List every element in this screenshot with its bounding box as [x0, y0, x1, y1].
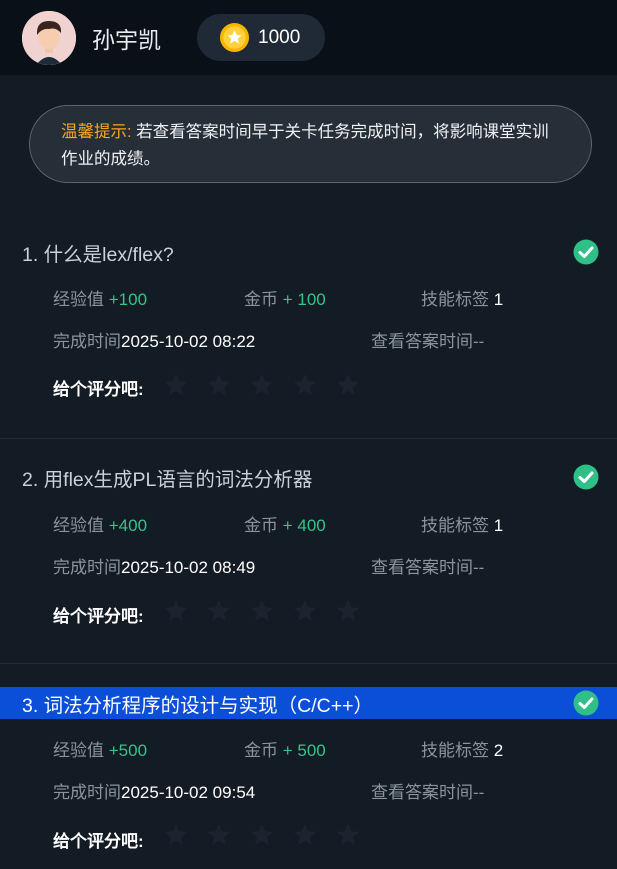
rate-prompt: 给个评分吧:	[53, 380, 144, 399]
exp-value: 经验值 +500	[53, 741, 148, 760]
view-answer-time: 查看答案时间--	[371, 332, 485, 351]
view-answer-time: 查看答案时间--	[371, 783, 485, 802]
check-circle-icon	[573, 239, 599, 265]
divider	[0, 663, 617, 664]
rate-prompt: 给个评分吧:	[53, 832, 144, 851]
rating-stars	[163, 372, 361, 398]
task-title: 2. 用flex生成PL语言的词法分析器	[22, 468, 313, 491]
coin-reward: 金币 + 100	[244, 290, 326, 309]
coin-icon	[219, 22, 250, 53]
view-answer-time: 查看答案时间--	[371, 558, 485, 577]
star-icon[interactable]	[206, 822, 232, 848]
star-icon[interactable]	[249, 822, 275, 848]
star-icon[interactable]	[335, 598, 361, 624]
check-circle-icon	[573, 690, 599, 716]
coin-balance[interactable]: 1000	[197, 14, 325, 61]
rating-stars	[163, 822, 361, 848]
skill-tag: 技能标签 2	[421, 741, 504, 760]
tip-text: 若查看答案时间早于关卡任务完成时间，将影响课堂实训作业的成绩。	[61, 123, 549, 168]
rate-prompt: 给个评分吧:	[53, 607, 144, 626]
divider	[0, 438, 617, 439]
warm-tip-banner: 温馨提示: 若查看答案时间早于关卡任务完成时间，将影响课堂实训作业的成绩。	[29, 105, 592, 183]
star-icon[interactable]	[163, 372, 189, 398]
done-time: 完成时间2025-10-02 09:54	[53, 783, 256, 802]
rating-stars	[163, 598, 361, 624]
exp-value: 经验值 +100	[53, 290, 148, 309]
coin-reward: 金币 + 400	[244, 516, 326, 535]
star-icon[interactable]	[292, 598, 318, 624]
coin-reward: 金币 + 500	[244, 741, 326, 760]
task-title-row[interactable]: 2. 用flex生成PL语言的词法分析器	[0, 461, 617, 493]
task-title: 1. 什么是lex/flex?	[22, 243, 174, 266]
star-icon[interactable]	[163, 598, 189, 624]
star-icon[interactable]	[335, 372, 361, 398]
star-icon[interactable]	[249, 372, 275, 398]
done-time: 完成时间2025-10-02 08:22	[53, 332, 256, 351]
star-icon[interactable]	[249, 598, 275, 624]
task-title-row[interactable]: 3. 词法分析程序的设计与实现（C/C++）	[0, 687, 617, 719]
star-icon[interactable]	[335, 822, 361, 848]
exp-value: 经验值 +400	[53, 516, 148, 535]
top-header: 孙宇凯 1000	[0, 0, 617, 75]
star-icon[interactable]	[206, 598, 232, 624]
star-icon[interactable]	[292, 822, 318, 848]
avatar[interactable]	[22, 10, 76, 65]
skill-tag: 技能标签 1	[421, 516, 504, 535]
star-icon[interactable]	[206, 372, 232, 398]
username: 孙宇凯	[92, 26, 161, 53]
tip-label: 温馨提示:	[61, 123, 132, 141]
star-icon[interactable]	[163, 822, 189, 848]
task-title-row[interactable]: 1. 什么是lex/flex?	[0, 236, 617, 268]
done-time: 完成时间2025-10-02 08:49	[53, 558, 256, 577]
star-icon[interactable]	[292, 372, 318, 398]
coin-count: 1000	[258, 26, 301, 48]
skill-tag: 技能标签 1	[421, 290, 504, 309]
check-circle-icon	[573, 464, 599, 490]
task-title: 3. 词法分析程序的设计与实现（C/C++）	[22, 694, 374, 717]
